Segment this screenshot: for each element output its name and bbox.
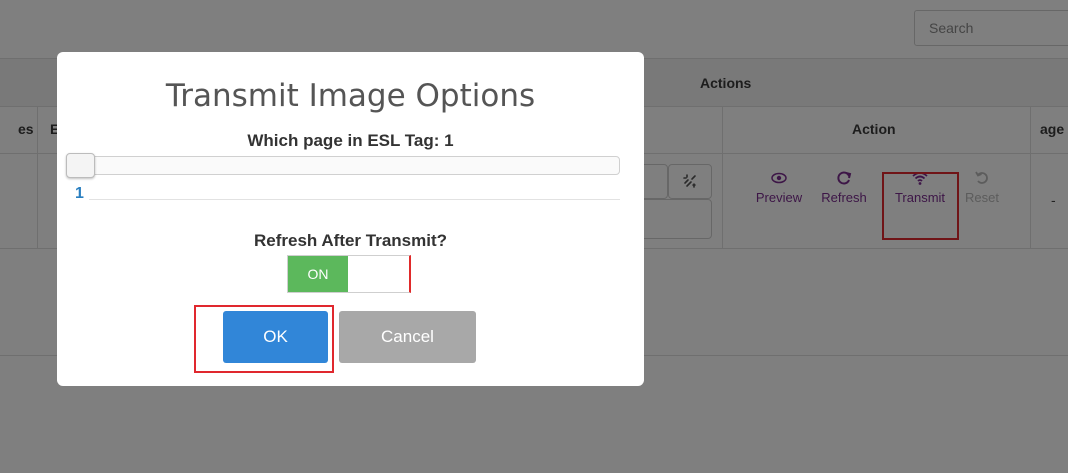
ok-button[interactable]: OK (223, 311, 328, 363)
refresh-toggle[interactable]: ON (287, 255, 411, 293)
page-slider-track[interactable] (69, 156, 620, 175)
refresh-question-label: Refresh After Transmit? (253, 231, 448, 250)
page-slider-handle[interactable] (66, 153, 95, 178)
dialog-title: Transmit Image Options (165, 78, 536, 114)
toggle-on-label: ON (288, 256, 348, 292)
cancel-button[interactable]: Cancel (339, 311, 476, 363)
transmit-options-dialog: Transmit Image Options Which page in ESL… (57, 52, 644, 386)
slider-scale-line (89, 199, 620, 200)
page-slider-value: 1 (75, 185, 84, 202)
page-question-label: Which page in ESL Tag: 1 (247, 131, 454, 150)
